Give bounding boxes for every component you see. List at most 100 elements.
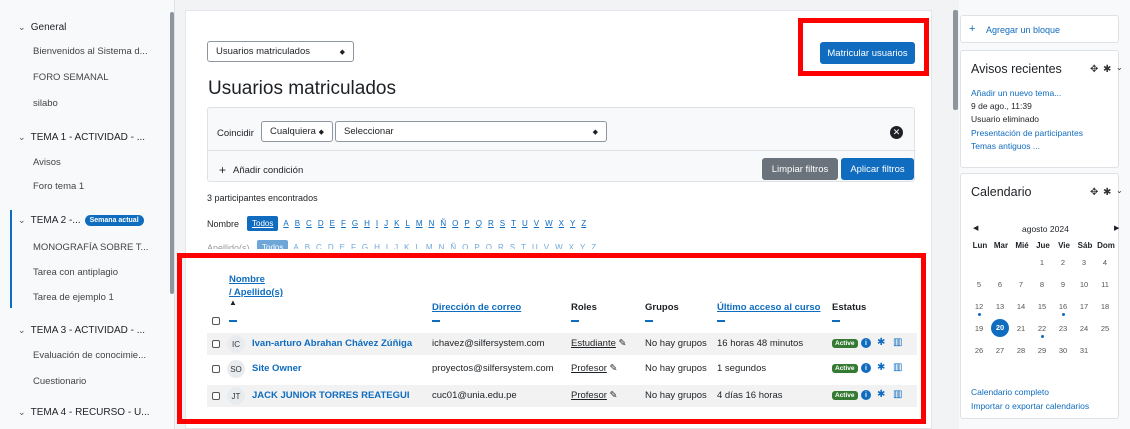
- select-all-checkbox[interactable]: [212, 317, 220, 325]
- calendar-day[interactable]: 11: [1096, 280, 1114, 289]
- pencil-icon[interactable]: ✎: [619, 338, 627, 349]
- calendar-day[interactable]: 2: [1054, 258, 1072, 267]
- calendar-day[interactable]: 25: [1096, 324, 1114, 333]
- sidebar-item[interactable]: silabo: [33, 98, 58, 109]
- calendar-day[interactable]: 31: [1075, 346, 1093, 355]
- initial-letter-link[interactable]: O: [449, 216, 461, 231]
- calendar-day[interactable]: 9: [1054, 280, 1072, 289]
- col-header-email[interactable]: Dirección de correo: [432, 302, 521, 313]
- sidebar-item[interactable]: FORO SEMANAL: [33, 72, 109, 83]
- calendar-day[interactable]: 30: [1054, 346, 1072, 355]
- calendar-day[interactable]: 20: [991, 319, 1009, 337]
- calendar-day[interactable]: 14: [1012, 302, 1030, 311]
- initial-letter-link[interactable]: H: [361, 216, 373, 231]
- news-post-link[interactable]: Presentación de participantes: [971, 128, 1083, 138]
- initial-letter-link[interactable]: B: [292, 216, 303, 231]
- pencil-icon[interactable]: ✎: [610, 390, 618, 401]
- clear-filters-button[interactable]: Limpiar filtros: [762, 158, 838, 180]
- sidebar-item[interactable]: Bienvenidos al Sistema d...: [33, 46, 148, 57]
- trash-icon[interactable]: ▥: [893, 337, 902, 348]
- move-icon[interactable]: ✥: [1090, 187, 1098, 198]
- calendar-day[interactable]: 6: [991, 280, 1009, 289]
- initial-letter-link[interactable]: Ñ: [437, 216, 449, 231]
- initial-letter-link[interactable]: W: [542, 216, 556, 231]
- initial-letter-link[interactable]: G: [349, 216, 361, 231]
- move-icon[interactable]: ✥: [1090, 64, 1098, 75]
- calendar-day[interactable]: 8: [1033, 280, 1051, 289]
- section-tema-4[interactable]: ⌄ TEMA 4 - RECURSO - U...: [18, 407, 150, 418]
- row-checkbox[interactable]: [212, 365, 220, 373]
- collapse-icon[interactable]: [571, 320, 579, 322]
- export-calendar-link[interactable]: Importar o exportar calendarios: [971, 401, 1089, 411]
- collapse-icon[interactable]: [645, 320, 653, 322]
- calendar-day[interactable]: 22: [1033, 324, 1051, 333]
- chevron-down-icon[interactable]: ⌄: [1116, 186, 1123, 195]
- row-checkbox[interactable]: [212, 340, 220, 348]
- sidebar-item[interactable]: Tarea con antiplagio: [33, 267, 118, 278]
- initial-letter-link[interactable]: M: [413, 216, 426, 231]
- row-checkbox[interactable]: [212, 392, 220, 400]
- info-icon[interactable]: i: [861, 338, 871, 348]
- next-month-icon[interactable]: ▶: [1114, 224, 1119, 232]
- calendar-day[interactable]: 12: [970, 302, 988, 311]
- calendar-day[interactable]: 13: [991, 302, 1009, 311]
- enrol-users-button[interactable]: Matricular usuarios: [820, 42, 915, 64]
- collapse-icon[interactable]: [717, 320, 725, 322]
- participant-role[interactable]: Profesor ✎: [571, 363, 618, 374]
- collapse-icon[interactable]: [229, 320, 237, 322]
- initial-letter-link[interactable]: J: [381, 216, 391, 231]
- sidebar-item[interactable]: Tarea de ejemplo 1: [33, 292, 114, 303]
- sidebar-item[interactable]: MONOGRAFÍA SOBRE T...: [33, 242, 148, 253]
- participant-role[interactable]: Estudiante ✎: [571, 338, 627, 349]
- initial-letter-link[interactable]: V: [531, 216, 542, 231]
- participants-page-select[interactable]: Usuarios matriculados ◆: [207, 41, 354, 62]
- gear-icon[interactable]: ✱: [877, 362, 885, 373]
- calendar-day[interactable]: 3: [1075, 258, 1093, 267]
- calendar-day[interactable]: 16: [1054, 302, 1072, 311]
- initial-letter-link[interactable]: Z: [578, 216, 589, 231]
- add-condition-link[interactable]: Añadir condición: [233, 165, 303, 176]
- trash-icon[interactable]: ▥: [893, 362, 902, 373]
- calendar-day[interactable]: 17: [1075, 302, 1093, 311]
- initial-letter-link[interactable]: X: [556, 216, 567, 231]
- drawer-scrollbar[interactable]: [170, 12, 174, 294]
- section-tema-1[interactable]: ⌄ TEMA 1 - ACTIVIDAD - ...: [18, 132, 145, 143]
- initial-letter-link[interactable]: Q: [473, 216, 485, 231]
- collapse-icon[interactable]: [432, 320, 440, 322]
- initial-letter-link[interactable]: A: [280, 216, 291, 231]
- calendar-day[interactable]: 23: [1054, 324, 1072, 333]
- gear-icon[interactable]: ✱: [877, 337, 885, 348]
- initial-letter-link[interactable]: T: [508, 216, 519, 231]
- remove-condition-icon[interactable]: ✕: [890, 126, 903, 139]
- participant-name[interactable]: Site Owner: [252, 363, 302, 374]
- calendar-day[interactable]: 24: [1075, 324, 1093, 333]
- initial-letter-link[interactable]: D: [315, 216, 327, 231]
- calendar-day[interactable]: 19: [970, 324, 988, 333]
- initial-letter-link[interactable]: L: [402, 216, 412, 231]
- trash-icon[interactable]: ▥: [893, 389, 902, 400]
- calendar-day[interactable]: 10: [1075, 280, 1093, 289]
- initial-letter-link[interactable]: Y: [567, 216, 578, 231]
- sidebar-item[interactable]: Foro tema 1: [33, 181, 84, 192]
- add-block-link[interactable]: Agregar un bloque: [986, 25, 1060, 35]
- initial-letter-link[interactable]: K: [391, 216, 402, 231]
- initial-letter-link[interactable]: N: [426, 216, 438, 231]
- calendar-day[interactable]: 1: [1033, 258, 1051, 267]
- initial-letter-link[interactable]: F: [338, 216, 349, 231]
- gear-icon[interactable]: ✱: [877, 389, 885, 400]
- calendar-day[interactable]: 28: [1012, 346, 1030, 355]
- sidebar-item[interactable]: Cuestionario: [33, 376, 86, 387]
- calendar-day[interactable]: 15: [1033, 302, 1051, 311]
- initial-all-button[interactable]: Todos: [247, 216, 279, 231]
- gear-icon[interactable]: ✱: [1103, 64, 1111, 75]
- filter-type-select[interactable]: Seleccionar ◆: [335, 121, 607, 142]
- add-block-card[interactable]: + Agregar un bloque: [960, 15, 1119, 43]
- calendar-day[interactable]: 18: [1096, 302, 1114, 311]
- sidebar-item[interactable]: Avisos: [33, 157, 61, 168]
- sidebar-item[interactable]: Evaluación de conocimie...: [33, 350, 146, 361]
- col-header-firstname[interactable]: Nombre: [229, 274, 265, 285]
- section-tema-2[interactable]: ⌄ TEMA 2 -... Semana actual: [18, 215, 144, 226]
- initial-letter-link[interactable]: P: [461, 216, 472, 231]
- participant-name[interactable]: Ivan-arturo Abrahan Chávez Zúñiga: [252, 338, 412, 349]
- col-header-last-access[interactable]: Último acceso al curso: [717, 302, 820, 313]
